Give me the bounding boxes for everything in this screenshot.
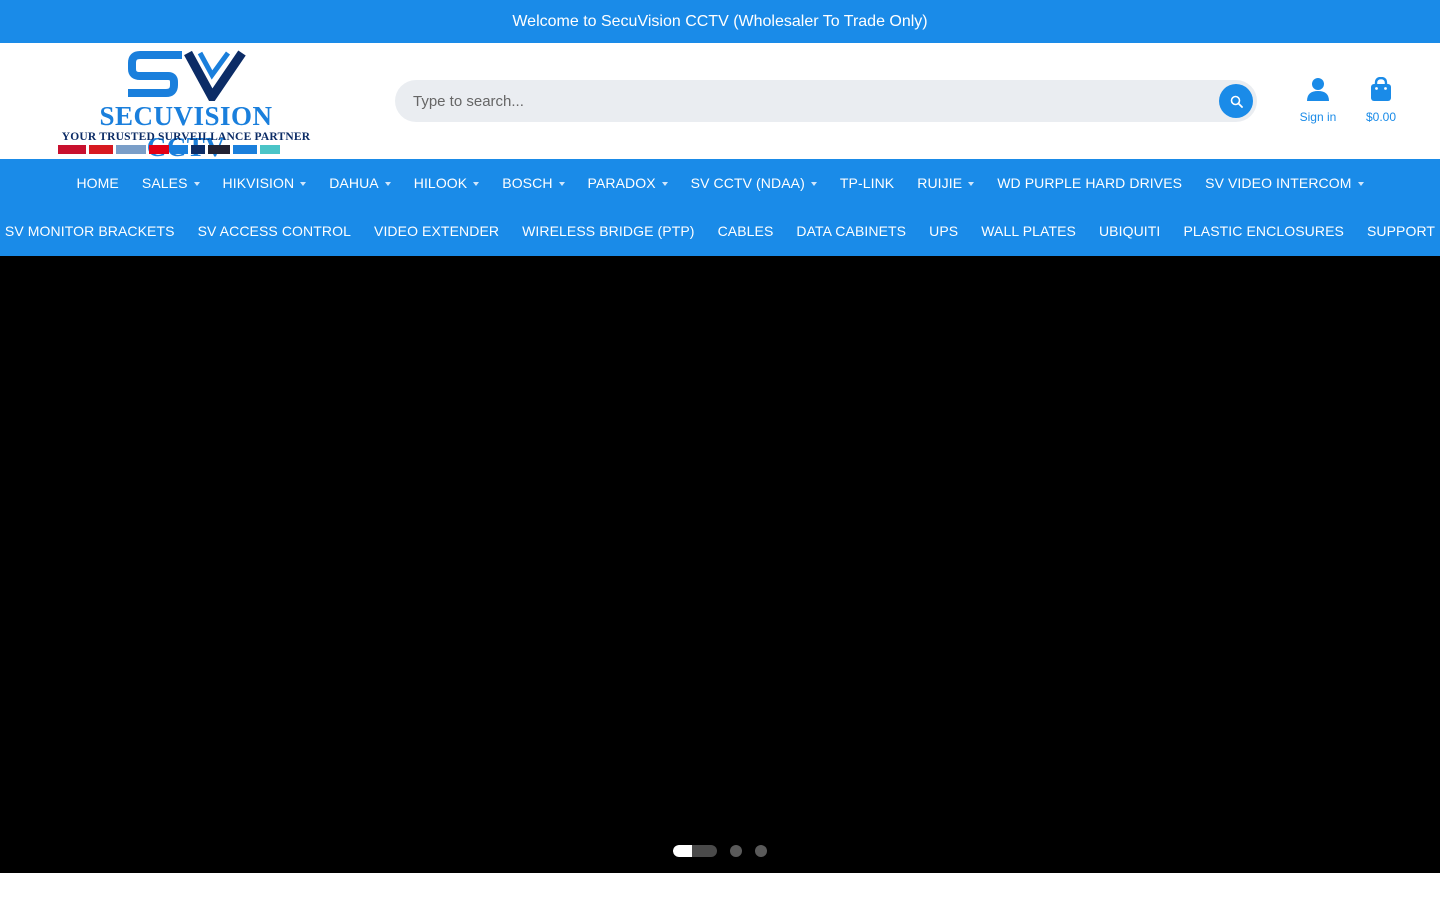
nav-row-primary: HOME SALES HIKVISION DAHUA HILOOK BOSCH … bbox=[0, 159, 1440, 207]
search-input[interactable] bbox=[395, 80, 1195, 122]
nav-item-label: WIRELESS BRIDGE (PTP) bbox=[522, 223, 695, 239]
caret-down-icon bbox=[558, 181, 565, 186]
nav-item-label: VIDEO EXTENDER bbox=[374, 223, 500, 239]
nav-item-label: BOSCH bbox=[502, 175, 553, 191]
nav-item-video-extender[interactable]: VIDEO EXTENDER bbox=[374, 223, 499, 239]
nav-item-hikvision[interactable]: HIKVISION bbox=[223, 175, 307, 191]
nav-item-label: SV MONITOR BRACKETS bbox=[4, 223, 175, 239]
slide-dot-active[interactable] bbox=[673, 844, 717, 857]
caret-down-icon bbox=[968, 181, 975, 186]
site-header: SECUVISION CCTV YOUR TRUSTED SURVEILLANC… bbox=[0, 43, 1440, 162]
nav-item-label: UPS bbox=[929, 223, 959, 239]
nav-item-dahua[interactable]: DAHUA bbox=[329, 175, 391, 191]
slide-dot[interactable] bbox=[755, 844, 767, 857]
nav-item-label: SALES bbox=[141, 175, 188, 191]
nav-item-home[interactable]: HOME bbox=[76, 175, 118, 191]
nav-item-label: SUPPORT bbox=[1366, 223, 1436, 239]
nav-item-label: SV ACCESS CONTROL bbox=[197, 223, 351, 239]
nav-item-ubiquiti[interactable]: UBIQUITI bbox=[1099, 223, 1160, 239]
search-icon bbox=[1230, 95, 1243, 108]
slide-dot[interactable] bbox=[730, 844, 742, 857]
nav-item-tp-link[interactable]: TP-LINK bbox=[840, 175, 894, 191]
nav-item-label: RUIJIE bbox=[917, 175, 963, 191]
caret-down-icon bbox=[810, 181, 817, 186]
cart-link[interactable]: $0.00 bbox=[1358, 77, 1404, 124]
nav-item-paradox[interactable]: PARADOX bbox=[588, 175, 668, 191]
nav-item-label: HOME bbox=[76, 175, 119, 191]
caret-down-icon bbox=[193, 181, 200, 186]
main-navigation: HOME SALES HIKVISION DAHUA HILOOK BOSCH … bbox=[0, 159, 1440, 256]
nav-item-label: PARADOX bbox=[587, 175, 656, 191]
nav-item-plastic-enclosures[interactable]: PLASTIC ENCLOSURES bbox=[1183, 223, 1344, 239]
nav-item-label: DATA CABINETS bbox=[796, 223, 907, 239]
nav-item-ruijie[interactable]: RUIJIE bbox=[917, 175, 975, 191]
slide-progress-fill bbox=[673, 844, 692, 857]
nav-item-label: SV CCTV (NDAA) bbox=[690, 175, 805, 191]
nav-item-hilook[interactable]: HILOOK bbox=[414, 175, 480, 191]
nav-item-label: HILOOK bbox=[413, 175, 468, 191]
slideshow-pagination bbox=[673, 844, 767, 857]
nav-item-data-cabinets[interactable]: DATA CABINETS bbox=[796, 223, 906, 239]
user-icon bbox=[1307, 78, 1329, 101]
nav-item-label: SV VIDEO INTERCOM bbox=[1205, 175, 1352, 191]
nav-item-bosch[interactable]: BOSCH bbox=[502, 175, 565, 191]
caret-down-icon bbox=[661, 181, 668, 186]
announcement-text: Welcome to SecuVision CCTV (Wholesaler T… bbox=[512, 12, 928, 30]
shopping-bag-icon bbox=[1371, 77, 1391, 101]
nav-row-secondary: SV MONITOR BRACKETS SV ACCESS CONTROL VI… bbox=[0, 207, 1440, 255]
sign-in-label: Sign in bbox=[1299, 110, 1337, 124]
nav-item-wd-purple[interactable]: WD PURPLE HARD DRIVES bbox=[997, 175, 1182, 191]
brand-wd-logo bbox=[191, 145, 205, 154]
brand-ubiquiti-logo bbox=[233, 145, 257, 154]
nav-item-label: WALL PLATES bbox=[981, 223, 1076, 239]
nav-item-label: TP-LINK bbox=[839, 175, 895, 191]
sign-in-link[interactable]: Sign in bbox=[1292, 77, 1344, 124]
nav-item-sv-cctv-ndaa[interactable]: SV CCTV (NDAA) bbox=[691, 175, 817, 191]
nav-item-cables[interactable]: CABLES bbox=[718, 223, 774, 239]
nav-item-ups[interactable]: UPS bbox=[929, 223, 958, 239]
logo-brand-strip bbox=[58, 145, 314, 154]
nav-item-label: CABLES bbox=[717, 223, 774, 239]
site-logo[interactable]: SECUVISION CCTV YOUR TRUSTED SURVEILLANC… bbox=[58, 49, 314, 162]
search-button[interactable] bbox=[1219, 84, 1253, 118]
nav-item-label: PLASTIC ENCLOSURES bbox=[1183, 223, 1344, 239]
nav-item-sales[interactable]: SALES bbox=[142, 175, 200, 191]
search-bar bbox=[395, 80, 1257, 122]
logo-tagline: YOUR TRUSTED SURVEILLANCE PARTNER bbox=[61, 131, 311, 143]
sv-monogram-icon bbox=[128, 50, 246, 101]
nav-item-sv-monitor-brackets[interactable]: SV MONITOR BRACKETS bbox=[5, 223, 175, 239]
brand-hilook-logo bbox=[116, 145, 146, 154]
nav-item-label: HIKVISION bbox=[222, 175, 295, 191]
caret-down-icon bbox=[384, 181, 391, 186]
nav-item-sv-access-control[interactable]: SV ACCESS CONTROL bbox=[198, 223, 351, 239]
nav-item-wall-plates[interactable]: WALL PLATES bbox=[981, 223, 1076, 239]
brand-hikvision-logo bbox=[58, 145, 86, 154]
cart-total: $0.00 bbox=[1365, 110, 1397, 124]
nav-item-support[interactable]: SUPPORT bbox=[1367, 223, 1435, 239]
hero-slideshow bbox=[0, 256, 1440, 873]
brand-sv-logo bbox=[172, 145, 188, 154]
nav-item-label: WD PURPLE HARD DRIVES bbox=[997, 175, 1183, 191]
caret-down-icon bbox=[300, 181, 307, 186]
nav-item-wireless-bridge[interactable]: WIRELESS BRIDGE (PTP) bbox=[522, 223, 694, 239]
nav-item-label: UBIQUITI bbox=[1098, 223, 1161, 239]
brand-dahua-logo bbox=[89, 145, 113, 154]
nav-item-label: DAHUA bbox=[329, 175, 379, 191]
brand-bosch-logo bbox=[149, 145, 169, 154]
nav-item-sv-video-intercom[interactable]: SV VIDEO INTERCOM bbox=[1205, 175, 1364, 191]
caret-down-icon bbox=[1357, 181, 1364, 186]
brand-other-logo bbox=[208, 145, 230, 154]
announcement-bar: Welcome to SecuVision CCTV (Wholesaler T… bbox=[0, 0, 1440, 43]
caret-down-icon bbox=[473, 181, 480, 186]
brand-tplink-logo bbox=[260, 145, 280, 154]
